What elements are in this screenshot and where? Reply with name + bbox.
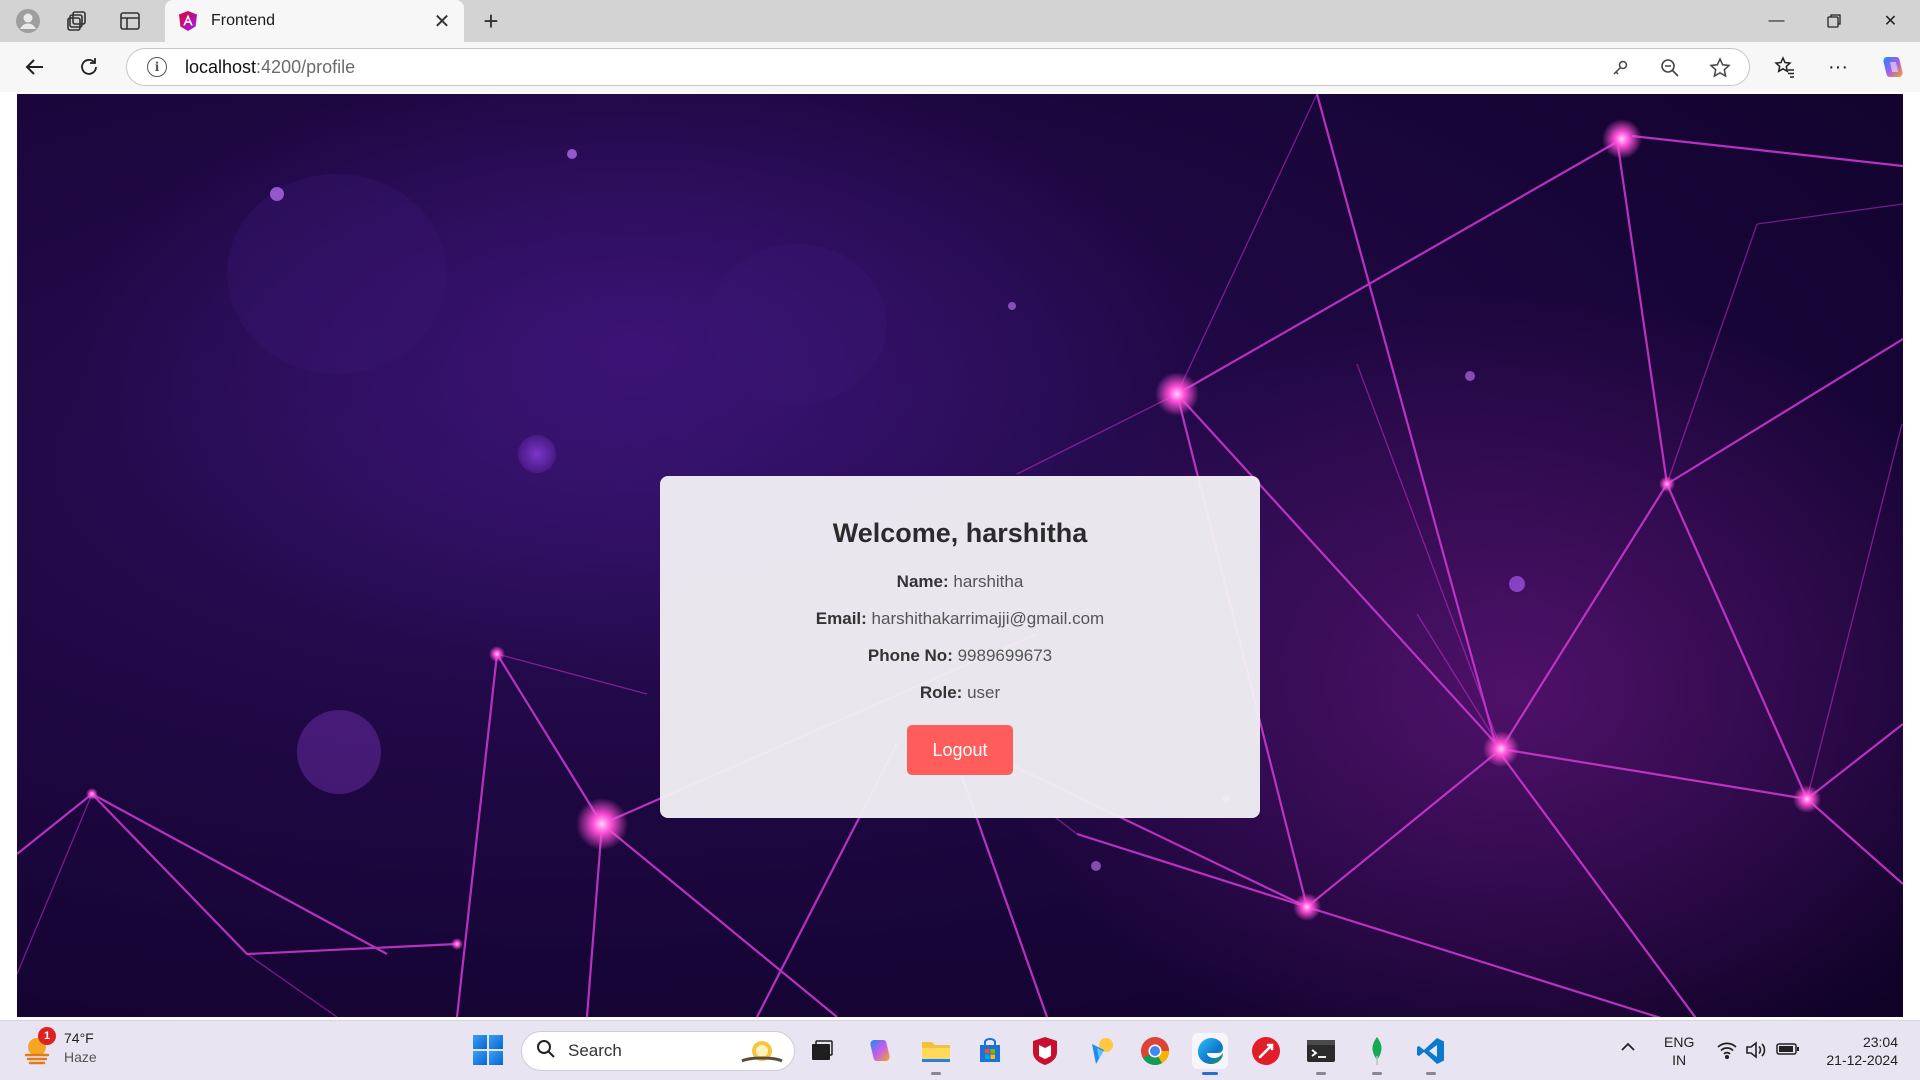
phone-row: Phone No: 9989699673	[660, 645, 1260, 666]
minimize-icon[interactable]: —	[1748, 0, 1805, 42]
clock-date: 21-12-2024	[1826, 1052, 1898, 1068]
key-icon[interactable]	[1607, 55, 1633, 81]
profile-card: Welcome, harshitha Name: harshitha Email…	[660, 476, 1260, 818]
angular-icon	[179, 11, 197, 31]
language-indicator[interactable]: ENG IN	[1664, 1033, 1694, 1069]
chevron-up-icon[interactable]	[1620, 1039, 1636, 1057]
search-icon	[536, 1039, 556, 1064]
vertical-tabs-icon[interactable]	[112, 6, 148, 36]
star-icon[interactable]	[1707, 55, 1733, 81]
copilot-app-icon[interactable]	[862, 1033, 898, 1069]
new-tab-icon[interactable]: +	[474, 6, 508, 36]
address-bar[interactable]: i localhost:4200/profile	[126, 48, 1750, 86]
phone-label: Phone No:	[867, 646, 953, 665]
search-label: Search	[568, 1041, 622, 1060]
role-value: user	[967, 683, 1001, 702]
clock[interactable]: 23:04 21-12-2024	[1814, 1033, 1898, 1069]
lang-line1: ENG	[1664, 1034, 1695, 1050]
zoom-out-icon[interactable]	[1657, 55, 1683, 81]
favorites-icon[interactable]	[1767, 50, 1803, 84]
role-row: Role: user	[660, 682, 1260, 703]
task-view-icon[interactable]	[804, 1033, 840, 1069]
restore-icon[interactable]	[1805, 0, 1862, 42]
clock-time: 23:04	[1862, 1034, 1898, 1050]
logout-button[interactable]: Logout	[907, 725, 1013, 775]
role-label: Role:	[919, 683, 963, 702]
email-row: Email: harshithakarrimajji@gmail.com	[660, 608, 1260, 629]
email-label: Email:	[815, 609, 867, 628]
red-app-icon[interactable]	[1248, 1033, 1284, 1069]
wifi-icon[interactable]	[1716, 1041, 1738, 1063]
email-value: harshithakarrimajji@gmail.com	[871, 609, 1105, 628]
tab-title: Frontend	[211, 12, 276, 29]
taskbar: 1 74°F Haze Search ENG IN 23:04 21-12-20…	[0, 1020, 1920, 1080]
battery-icon[interactable]	[1776, 1041, 1800, 1061]
mcafee-icon[interactable]	[1027, 1033, 1063, 1069]
copilot-icon[interactable]	[1875, 50, 1911, 84]
welcome-heading: Welcome, harshitha	[832, 518, 1088, 548]
weather-desc: Haze	[64, 1049, 97, 1065]
browser-tabstrip: Frontend ✕ + — ✕	[0, 0, 1920, 42]
terminal-icon[interactable]	[1303, 1033, 1339, 1075]
haze-weather-icon: 1	[22, 1027, 56, 1065]
refresh-icon[interactable]	[71, 50, 107, 84]
edge-icon[interactable]	[1192, 1033, 1228, 1075]
page-viewport: Welcome, harshitha Name: harshitha Email…	[0, 92, 1920, 1020]
name-row: Name: harshitha	[660, 571, 1260, 592]
chrome-icon[interactable]	[1137, 1033, 1173, 1069]
url-host: localhost	[185, 56, 257, 77]
tab-frontend[interactable]: Frontend ✕	[165, 0, 464, 42]
volume-icon[interactable]	[1745, 1041, 1767, 1063]
microsoft-store-icon[interactable]	[972, 1033, 1008, 1069]
file-explorer-icon[interactable]	[918, 1033, 954, 1075]
lang-line2: IN	[1672, 1052, 1687, 1068]
weather-app-icon[interactable]	[1083, 1033, 1119, 1069]
vscode-icon[interactable]	[1413, 1033, 1449, 1075]
url-path: :4200/profile	[256, 56, 356, 77]
close-window-icon[interactable]: ✕	[1862, 0, 1919, 42]
weather-badge: 1	[38, 1027, 56, 1045]
name-label: Name:	[896, 572, 949, 591]
mongodb-icon[interactable]	[1359, 1033, 1395, 1075]
workspaces-icon[interactable]	[59, 6, 95, 36]
taskbar-search[interactable]: Search	[521, 1031, 795, 1071]
profile-avatar-icon[interactable]	[10, 6, 46, 36]
browser-toolbar: i localhost:4200/profile ···	[0, 42, 1920, 92]
windows-start-icon[interactable]	[473, 1035, 503, 1065]
weather-widget[interactable]: 1 74°F Haze	[22, 1027, 97, 1067]
ellipsis-icon[interactable]: ···	[1820, 50, 1856, 84]
weather-temp: 74°F	[64, 1030, 94, 1046]
phone-value: 9989699673	[957, 646, 1053, 665]
back-icon[interactable]	[17, 50, 53, 84]
search-highlight-icon	[741, 1041, 783, 1063]
close-tab-icon[interactable]: ✕	[430, 9, 454, 34]
name-value: harshitha	[953, 572, 1024, 591]
info-icon[interactable]: i	[147, 57, 167, 77]
